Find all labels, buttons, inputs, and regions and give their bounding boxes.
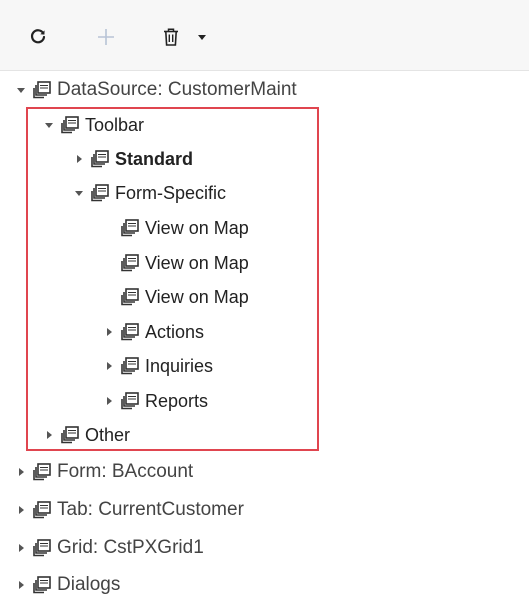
node-stack-icon (32, 81, 54, 99)
toolbar (0, 0, 529, 71)
tree-node-label: Actions (145, 321, 205, 342)
expand-toggle[interactable] (102, 328, 116, 336)
node-stack-icon (32, 463, 54, 481)
expand-toggle[interactable] (14, 506, 28, 514)
tree-node-label: Standard (115, 148, 194, 169)
tree-node-label: View on Map (145, 217, 249, 238)
tree-node-other[interactable]: Other (42, 420, 130, 450)
expand-toggle[interactable] (72, 155, 86, 163)
tree-node-toolbar[interactable]: Toolbar (42, 110, 144, 140)
tree-node-inquiries[interactable]: Inquiries (102, 351, 213, 381)
node-stack-icon (32, 539, 54, 557)
caret-right-icon (106, 328, 112, 336)
tree-node-label: Other (85, 424, 131, 445)
node-stack-icon (90, 184, 112, 202)
tree-node-label: Reports (145, 390, 209, 411)
tree-node-label: View on Map (145, 286, 249, 307)
node-stack-icon (32, 501, 54, 519)
add-button[interactable] (92, 24, 120, 50)
delete-options-dropdown[interactable] (194, 24, 210, 50)
tree-node-label: Form-Specific (115, 182, 227, 203)
collapse-toggle[interactable] (72, 190, 86, 196)
tree-node-actions[interactable]: Actions (102, 317, 204, 347)
caret-down-icon (198, 34, 206, 40)
tree-node-standard[interactable]: Standard (72, 144, 193, 174)
collapse-toggle[interactable] (14, 87, 28, 93)
tree-node-label: Tab: CurrentCustomer (57, 499, 244, 520)
refresh-button[interactable] (26, 24, 50, 50)
tree-node-label: Toolbar (85, 114, 145, 135)
refresh-icon (30, 29, 46, 44)
node-stack-icon (120, 288, 142, 306)
tree-node-form-specific[interactable]: Form-Specific (72, 178, 226, 208)
plus-icon (98, 29, 114, 45)
node-stack-icon (120, 357, 142, 375)
tree-node-label: Grid: CstPXGrid1 (57, 537, 204, 558)
caret-right-icon (18, 468, 24, 476)
expand-toggle[interactable] (102, 362, 116, 370)
node-stack-icon (120, 392, 142, 410)
expand-toggle[interactable] (14, 581, 28, 589)
expand-toggle[interactable] (14, 468, 28, 476)
expand-toggle[interactable] (14, 544, 28, 552)
collapse-toggle[interactable] (42, 122, 56, 128)
caret-right-icon (76, 155, 82, 163)
delete-button[interactable] (158, 24, 184, 50)
tree-node-view-on-map[interactable]: View on Map (120, 248, 249, 278)
tree-node-view-on-map[interactable]: View on Map (120, 282, 249, 312)
caret-right-icon (18, 506, 24, 514)
caret-down-icon (45, 122, 53, 128)
node-stack-icon (120, 323, 142, 341)
tree-node-label: Dialogs (57, 574, 121, 595)
tree-node-view-on-map[interactable]: View on Map (120, 213, 249, 243)
caret-down-icon (75, 190, 83, 196)
expand-toggle[interactable] (102, 397, 116, 405)
node-stack-icon (60, 426, 82, 444)
tree-node-datasource[interactable]: DataSource: CustomerMaint (14, 75, 297, 105)
tree-node-form-baccount[interactable]: Form: BAccount (14, 457, 193, 487)
tree-node-label: View on Map (145, 252, 249, 273)
caret-right-icon (106, 362, 112, 370)
caret-right-icon (46, 431, 52, 439)
node-stack-icon (60, 116, 82, 134)
node-stack-icon (90, 150, 112, 168)
tree-node-dialogs[interactable]: Dialogs (14, 570, 120, 600)
expand-toggle[interactable] (42, 431, 56, 439)
tree-node-label: Form: BAccount (57, 461, 194, 482)
node-stack-icon (120, 219, 142, 237)
trash-icon (164, 28, 178, 46)
caret-down-icon (17, 87, 25, 93)
tree-node-reports[interactable]: Reports (102, 386, 208, 416)
tree-node-label: DataSource: CustomerMaint (57, 79, 297, 100)
caret-right-icon (18, 544, 24, 552)
node-stack-icon (32, 576, 54, 594)
tree-node-tab-currentcustomer[interactable]: Tab: CurrentCustomer (14, 495, 244, 525)
node-stack-icon (120, 254, 142, 272)
caret-right-icon (18, 581, 24, 589)
caret-right-icon (106, 397, 112, 405)
tree-node-grid-cstpxgrid1[interactable]: Grid: CstPXGrid1 (14, 533, 204, 563)
tree-node-label: Inquiries (145, 355, 214, 376)
